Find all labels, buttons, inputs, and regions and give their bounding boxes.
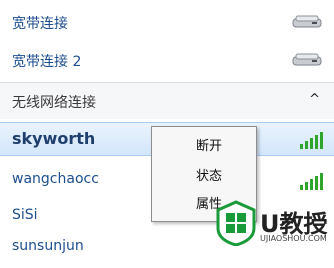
menu-item-status[interactable]: 状态 <box>152 161 256 187</box>
connection-label: 宽带连接 2 <box>12 54 82 70</box>
wireless-section-header[interactable]: 无线网络连接 ^ <box>0 82 334 119</box>
network-label: skyworth <box>12 129 96 148</box>
chevron-up-icon[interactable]: ^ <box>309 92 320 107</box>
watermark-url: UJIAOSHOU.COM <box>260 234 327 243</box>
watermark-logo: U教授 UJIAOSHOU.COM <box>214 200 332 250</box>
connection-item-broadband-2[interactable]: 宽带连接 2 <box>0 40 334 80</box>
menu-item-disconnect[interactable]: 断开 <box>152 131 256 157</box>
network-label: SiSi <box>12 207 38 223</box>
connection-label: 宽带连接 <box>12 16 68 32</box>
wifi-signal-icon <box>300 131 324 149</box>
wifi-signal-icon <box>300 172 324 190</box>
network-label: wangchaocc <box>12 171 99 187</box>
windows-logo-icon <box>216 200 256 246</box>
section-title: 无线网络连接 <box>12 95 96 111</box>
menu-item-label: 断开 <box>196 139 223 154</box>
connection-item-broadband-1[interactable]: 宽带连接 <box>0 2 334 42</box>
network-drive-icon <box>292 53 322 66</box>
network-drive-icon <box>292 15 322 28</box>
menu-item-label: 状态 <box>196 169 223 184</box>
